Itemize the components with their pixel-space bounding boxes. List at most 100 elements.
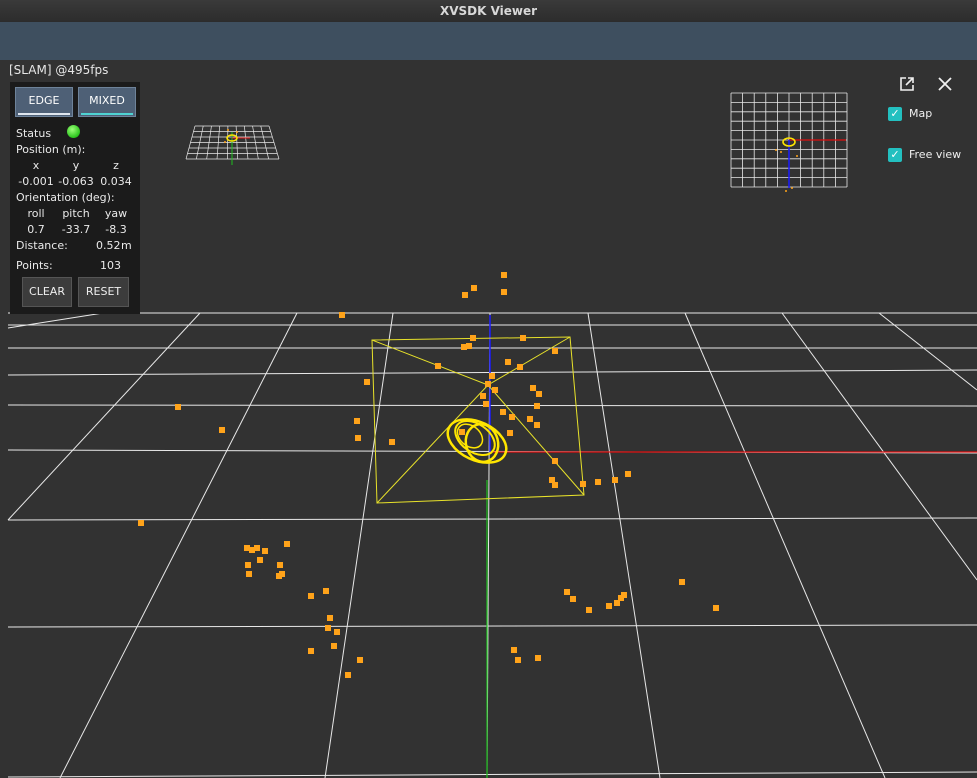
map-point <box>257 557 263 563</box>
orientation-value-yaw: -8.3 <box>105 223 127 236</box>
map-point <box>501 289 507 295</box>
map-point <box>515 657 521 663</box>
close-icon[interactable] <box>937 76 953 96</box>
map-point <box>327 615 333 621</box>
map-point <box>507 430 513 436</box>
map-point <box>570 596 576 602</box>
edge-mode-indicator <box>18 113 70 115</box>
map-point <box>534 403 540 409</box>
map-point <box>470 335 476 341</box>
map-point <box>480 393 486 399</box>
map-point <box>625 471 631 477</box>
popout-icon[interactable] <box>899 76 915 96</box>
map-point <box>552 482 558 488</box>
mixed-mode-label: MIXED <box>89 94 125 107</box>
map-point <box>618 595 624 601</box>
mixed-mode-indicator <box>81 113 133 115</box>
map-point <box>713 605 719 611</box>
map-point <box>492 387 498 393</box>
map-point <box>138 520 144 526</box>
map-point <box>520 335 526 341</box>
map-point <box>552 348 558 354</box>
trajectory-rings <box>446 418 508 464</box>
position-value-z: 0.034 <box>100 175 132 188</box>
points-label: Points: <box>16 259 53 272</box>
grid-line <box>7 312 201 521</box>
map-point <box>245 562 251 568</box>
orientation-header-yaw: yaw <box>104 207 128 220</box>
grid-line <box>7 404 977 407</box>
map-point <box>254 545 260 551</box>
map-point <box>536 391 542 397</box>
map-point <box>511 647 517 653</box>
map-point <box>334 629 340 635</box>
status-indicator <box>67 125 80 138</box>
points-value: 103 <box>100 259 121 272</box>
map-point <box>483 401 489 407</box>
map-point <box>527 416 533 422</box>
map-point <box>284 541 290 547</box>
free-view-checkbox-label: Free view <box>909 148 962 161</box>
map-point <box>459 429 465 435</box>
map-point <box>219 427 225 433</box>
map-point <box>509 414 515 420</box>
grid-line <box>7 624 977 628</box>
map-point <box>323 588 329 594</box>
map-point <box>580 481 586 487</box>
free-view-checkbox[interactable]: ✓ <box>888 148 902 162</box>
toolbar <box>0 22 977 60</box>
map-point <box>277 562 283 568</box>
window-title: XVSDK Viewer <box>439 4 538 18</box>
point-cloud <box>138 272 719 678</box>
map-point <box>345 672 351 678</box>
map-point <box>364 379 370 385</box>
slam-info-panel: EDGE MIXED Status Position (m): x y z -0… <box>10 82 140 314</box>
map-point <box>530 385 536 391</box>
grid-line <box>7 312 104 329</box>
map-point <box>505 359 511 365</box>
map-point <box>552 458 558 464</box>
map-point <box>308 593 314 599</box>
map-point <box>612 477 618 483</box>
position-value-y: -0.063 <box>58 175 94 188</box>
map-point <box>500 409 506 415</box>
orientation-value-roll: 0.7 <box>27 223 45 236</box>
grid-line <box>7 771 977 778</box>
map-point <box>354 418 360 424</box>
map-point <box>355 435 361 441</box>
map-point <box>606 603 612 609</box>
map-point <box>262 548 268 554</box>
orientation-value-pitch: -33.7 <box>61 223 91 236</box>
map-point <box>357 657 363 663</box>
edge-mode-button[interactable]: EDGE <box>15 87 73 117</box>
slam-scene[interactable] <box>0 60 977 778</box>
map-point <box>485 381 491 387</box>
map-point <box>389 439 395 445</box>
position-header-x: x <box>32 159 40 172</box>
window-titlebar: XVSDK Viewer <box>0 0 977 22</box>
position-value-x: -0.001 <box>18 175 54 188</box>
grid-line <box>684 312 886 778</box>
mixed-mode-button[interactable]: MIXED <box>78 87 136 117</box>
map-checkbox[interactable]: ✓ <box>888 107 902 121</box>
map-point <box>175 404 181 410</box>
grid-line <box>59 312 298 778</box>
distance-value: 0.52 <box>96 239 121 252</box>
orientation-label: Orientation (deg): <box>16 191 115 204</box>
grid-line <box>7 517 977 521</box>
map-point <box>595 479 601 485</box>
map-point <box>331 643 337 649</box>
map-point <box>461 344 467 350</box>
map-point <box>489 373 495 379</box>
map-point <box>462 292 468 298</box>
position-header-z: z <box>113 159 119 172</box>
map-point <box>679 579 685 585</box>
map-point <box>246 571 252 577</box>
map-checkbox-label: Map <box>909 107 933 120</box>
map-point <box>325 625 331 631</box>
reset-button[interactable]: RESET <box>78 277 129 307</box>
orientation-header-pitch: pitch <box>62 207 90 220</box>
clear-button[interactable]: CLEAR <box>22 277 72 307</box>
3d-viewport[interactable]: [SLAM] @495fps EDGE MIXED Status Positio… <box>0 60 977 778</box>
position-label: Position (m): <box>16 143 86 156</box>
